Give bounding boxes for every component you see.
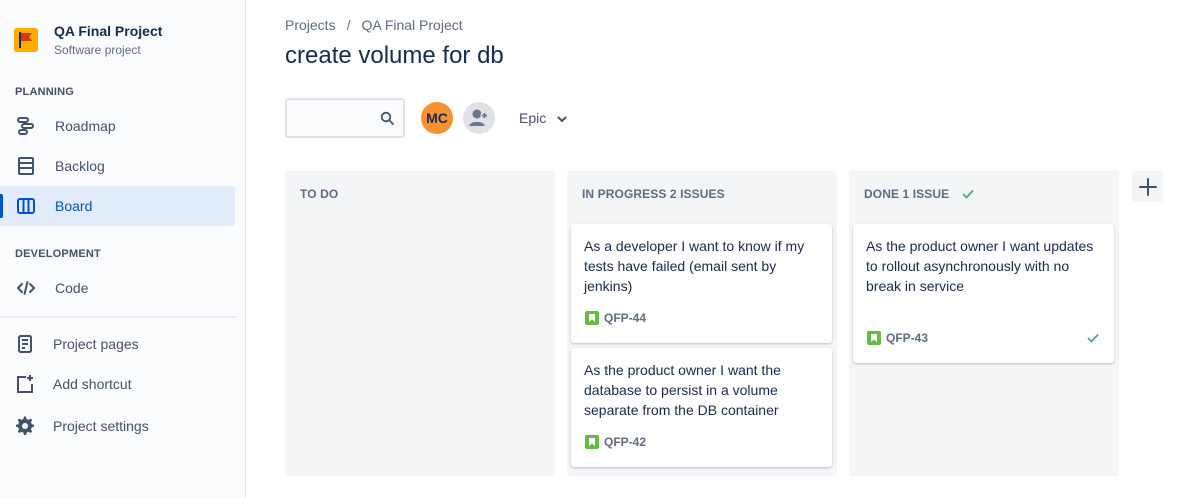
card-footer: QFP-43 xyxy=(866,330,928,346)
sidebar-item-label: Project settings xyxy=(53,418,149,434)
issue-key[interactable]: QFP-42 xyxy=(604,435,646,449)
breadcrumb-projects-link[interactable]: Projects xyxy=(285,17,336,33)
planning-section-title: PLANNING xyxy=(15,86,75,98)
chevron-down-icon xyxy=(556,112,568,124)
development-section-title: DEVELOPMENT xyxy=(15,248,101,260)
issue-card[interactable]: As the product owner I want updates to r… xyxy=(853,224,1114,363)
sidebar-item-project-settings[interactable]: Project settings xyxy=(0,406,235,446)
sidebar-item-label: Code xyxy=(55,280,89,296)
board-icon xyxy=(16,196,36,216)
story-icon xyxy=(584,434,600,450)
backlog-icon xyxy=(16,156,36,176)
project-pages-icon xyxy=(15,334,35,354)
sidebar: QA Final Project Software project PLANNI… xyxy=(0,0,246,498)
epic-filter-label: Epic xyxy=(519,110,547,126)
check-icon xyxy=(961,187,975,201)
column-title: DONE 1 ISSUE xyxy=(864,187,950,201)
card-summary: As a developer I want to know if my test… xyxy=(584,238,805,294)
project-header[interactable]: QA Final Project Software project xyxy=(14,20,162,59)
story-icon xyxy=(866,330,882,346)
add-person-icon xyxy=(469,109,489,126)
column-header: IN PROGRESS 2 ISSUES xyxy=(582,187,725,201)
breadcrumb: Projects / QA Final Project xyxy=(285,17,463,33)
search-icon[interactable] xyxy=(380,111,394,125)
sidebar-divider xyxy=(0,316,237,318)
project-type: Software project xyxy=(54,43,141,57)
sidebar-item-label: Project pages xyxy=(53,336,139,352)
board-column-todo: TO DO xyxy=(285,171,555,476)
add-shortcut-icon xyxy=(15,374,35,394)
sidebar-item-label: Board xyxy=(55,198,93,214)
project-logo-icon xyxy=(14,28,38,52)
gear-icon xyxy=(15,416,35,436)
column-header: TO DO xyxy=(300,187,338,201)
sidebar-item-label: Backlog xyxy=(55,158,105,174)
issue-card[interactable]: As a developer I want to know if my test… xyxy=(571,224,832,343)
plus-icon xyxy=(1138,177,1157,196)
board-column-in-progress: IN PROGRESS 2 ISSUES As a developer I wa… xyxy=(567,171,837,476)
page-title: create volume for db xyxy=(285,42,504,69)
sidebar-item-label: Add shortcut xyxy=(53,376,132,392)
card-footer: QFP-44 xyxy=(584,310,646,326)
sidebar-item-board[interactable]: Board xyxy=(0,186,235,226)
avatar[interactable]: MC xyxy=(421,102,453,134)
search-box xyxy=(285,98,405,138)
roadmap-icon xyxy=(16,116,36,136)
card-footer: QFP-42 xyxy=(584,434,646,450)
project-name: QA Final Project xyxy=(54,23,163,39)
code-icon xyxy=(16,278,36,298)
active-indicator xyxy=(0,194,3,218)
add-people-button[interactable] xyxy=(463,102,495,134)
sidebar-item-label: Roadmap xyxy=(55,118,116,134)
issue-key[interactable]: QFP-44 xyxy=(604,311,646,325)
sidebar-item-backlog[interactable]: Backlog xyxy=(0,146,235,186)
breadcrumb-separator: / xyxy=(346,17,351,33)
search-input[interactable] xyxy=(293,108,373,128)
issue-key[interactable]: QFP-43 xyxy=(886,331,928,345)
sidebar-item-roadmap[interactable]: Roadmap xyxy=(0,106,235,146)
issue-card[interactable]: As the product owner I want the database… xyxy=(571,348,832,467)
epic-filter-button[interactable]: Epic xyxy=(509,102,578,134)
sidebar-item-add-shortcut[interactable]: Add shortcut xyxy=(0,364,235,404)
sidebar-item-code[interactable]: Code xyxy=(0,268,235,308)
card-summary: As the product owner I want the database… xyxy=(584,362,781,418)
breadcrumb-project-link[interactable]: QA Final Project xyxy=(361,17,462,33)
column-header: DONE 1 ISSUE xyxy=(864,187,975,201)
column-title: IN PROGRESS 2 ISSUES xyxy=(582,187,725,201)
board-column-done: DONE 1 ISSUE As the product owner I want… xyxy=(849,171,1119,476)
check-icon xyxy=(1086,331,1100,345)
sidebar-item-project-pages[interactable]: Project pages xyxy=(0,324,235,364)
column-title: TO DO xyxy=(300,187,339,201)
story-icon xyxy=(584,310,600,326)
add-column-button[interactable] xyxy=(1132,171,1163,202)
card-summary: As the product owner I want updates to r… xyxy=(866,238,1094,294)
